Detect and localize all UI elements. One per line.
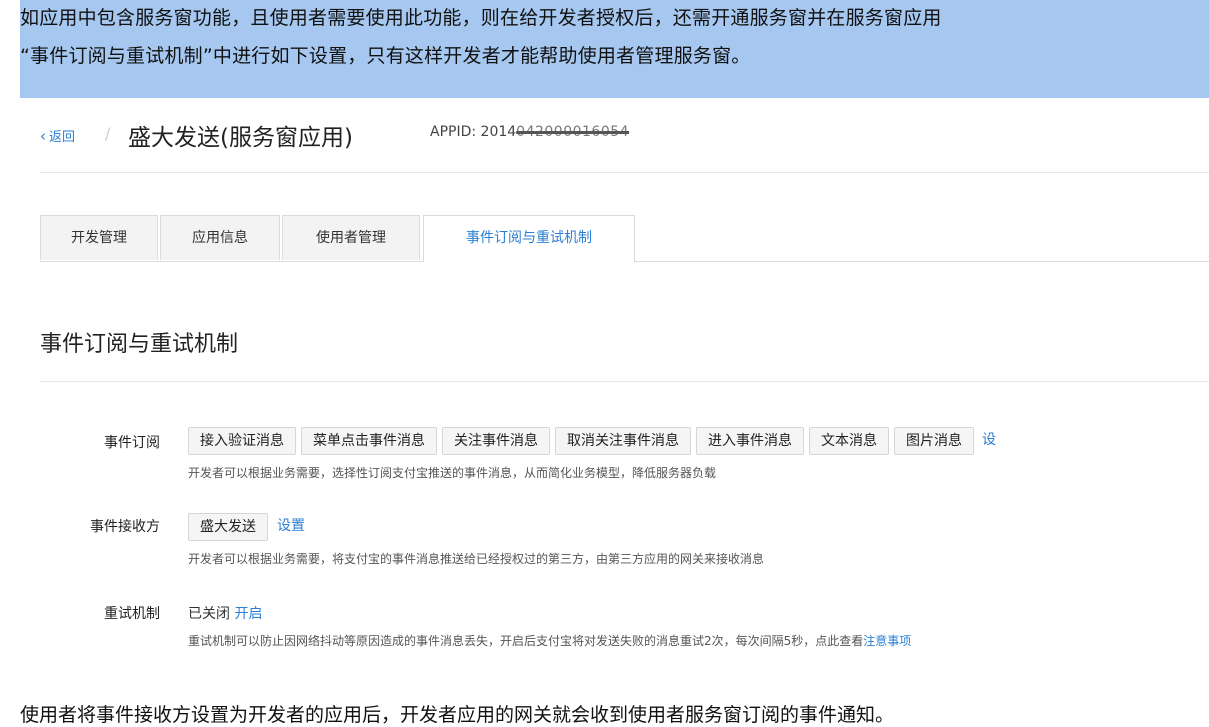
banner-line-1: 如应用中包含服务窗功能，且使用者需要使用此功能，则在给开发者授权后，还需开通服务… [20, 7, 942, 29]
retry-description-line: 重试机制可以防止因网络抖动等原因造成的事件消息丢失，开启后支付宝将对发送失败的消… [188, 632, 911, 649]
retry-notes-link[interactable]: 注意事项 [863, 634, 911, 648]
app-title: 盛大发送(服务窗应用) [128, 125, 353, 151]
event-subscribe-description: 开发者可以根据业务需要，选择性订阅支付宝推送的事件消息，从而简化业务模型，降低服… [188, 466, 717, 480]
appid-masked: 042000016054 [516, 124, 630, 140]
instruction-banner: 如应用中包含服务窗功能，且使用者需要使用此功能，则在给开发者授权后，还需开通服务… [20, 0, 1209, 98]
breadcrumb-separator: / [105, 124, 111, 143]
event-receiver-settings-link[interactable]: 设置 [277, 518, 305, 534]
retry-description: 重试机制可以防止因网络抖动等原因造成的事件消息丢失，开启后支付宝将对发送失败的消… [188, 634, 864, 648]
section-divider [40, 381, 1209, 382]
footer-text: 使用者将事件接收方设置为开发者的应用后，开发者应用的网关就会收到使用者服务窗订阅… [20, 704, 895, 726]
chip-follow[interactable]: 关注事件消息 [442, 427, 550, 455]
chip-access-verify[interactable]: 接入验证消息 [188, 427, 296, 455]
tab-event-subscription[interactable]: 事件订阅与重试机制 [423, 215, 635, 262]
event-receiver-label: 事件接收方 [90, 519, 160, 535]
tab-user-management[interactable]: 使用者管理 [282, 215, 420, 260]
event-subscribe-chips: 接入验证消息 菜单点击事件消息 关注事件消息 取消关注事件消息 进入事件消息 文本消息 图片… [188, 427, 996, 455]
header-divider [40, 172, 1209, 173]
tab-app-info[interactable]: 应用信息 [160, 215, 280, 260]
page-header: ‹ 返回 / 盛大发送(服务窗应用) APPID: 201404200001605… [40, 118, 1209, 158]
tab-bar: 开发管理 应用信息 使用者管理 事件订阅与重试机制 [40, 215, 1209, 262]
chip-image[interactable]: 图片消息 [894, 427, 974, 455]
event-receiver-chips: 盛大发送 设置 [188, 513, 305, 541]
chevron-left-icon: ‹ [40, 127, 46, 145]
retry-status: 已关闭 [188, 606, 230, 622]
chip-text[interactable]: 文本消息 [809, 427, 889, 455]
back-link[interactable]: ‹ 返回 [40, 126, 75, 145]
chip-receiver[interactable]: 盛大发送 [188, 513, 268, 541]
chip-menu-click[interactable]: 菜单点击事件消息 [301, 427, 437, 455]
chip-enter[interactable]: 进入事件消息 [696, 427, 804, 455]
appid: APPID: 2014042000016054 [430, 124, 629, 140]
tab-dev-management[interactable]: 开发管理 [40, 215, 158, 260]
appid-label: APPID: 2014 [430, 124, 517, 140]
banner-line-2: “事件订阅与重试机制”中进行如下设置，只有这样开发者才能帮助使用者管理服务窗。 [20, 45, 751, 67]
section-title: 事件订阅与重试机制 [40, 332, 239, 357]
retry-label: 重试机制 [104, 606, 160, 622]
event-subscribe-label: 事件订阅 [104, 435, 160, 451]
retry-enable-link[interactable]: 开启 [234, 606, 262, 622]
retry-status-line: 已关闭 开启 [188, 603, 262, 623]
back-label: 返回 [49, 130, 76, 145]
event-subscribe-settings-link[interactable]: 设 [982, 432, 996, 448]
chip-unfollow[interactable]: 取消关注事件消息 [555, 427, 691, 455]
event-receiver-description: 开发者可以根据业务需要，将支付宝的事件消息推送给已经授权过的第三方，由第三方应用… [188, 552, 765, 566]
